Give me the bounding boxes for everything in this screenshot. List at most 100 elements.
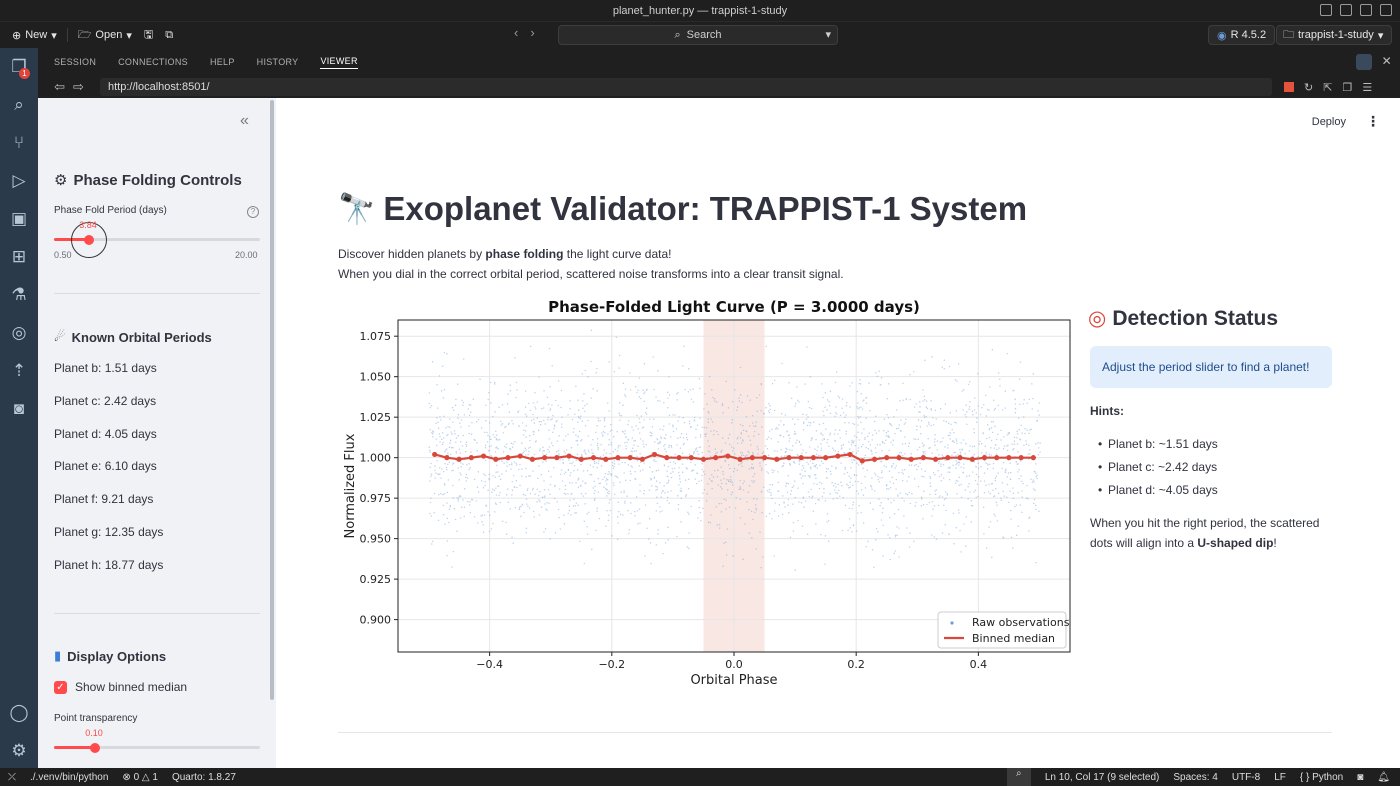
search-icon[interactable]: ⌕: [0, 86, 38, 124]
save-all-button[interactable]: ⧉: [159, 25, 179, 45]
line-ending[interactable]: LF: [1274, 772, 1286, 783]
app-main: Deploy ⋮ 🔭 Exoplanet Validator: TRAPPIST…: [276, 98, 1400, 768]
command-search[interactable]: ⌕ Search ▾: [558, 25, 838, 45]
copilot-icon[interactable]: ◙: [0, 390, 38, 428]
sidebar-scrollbar[interactable]: [270, 100, 274, 700]
intro-text: Discover hidden planets by: [338, 247, 486, 261]
quarto-label[interactable]: Quarto: 1.8.27: [172, 772, 236, 783]
close-icon[interactable]: ✕: [1382, 54, 1392, 70]
forward-arrow-icon[interactable]: ⇨: [73, 79, 84, 95]
x-axis-label: Orbital Phase: [690, 673, 777, 688]
y-tick-label: 1.000: [360, 452, 392, 465]
legend-median-label: Binned median: [972, 632, 1055, 645]
binned-median-point: [505, 455, 511, 461]
binned-median-point: [1018, 455, 1024, 461]
binned-median-point: [737, 456, 743, 462]
new-button[interactable]: ⊕ New ▾: [6, 25, 63, 45]
remote-explorer-icon[interactable]: ▣: [0, 200, 38, 238]
url-input[interactable]: http://localhost:8501/: [100, 78, 1272, 96]
slider-thumb[interactable]: [90, 743, 101, 753]
r-logo-icon: ◉: [1217, 29, 1227, 42]
panel-bottom-icon[interactable]: [1360, 4, 1372, 16]
binned-median-point: [896, 455, 902, 461]
intro-line-2: When you dial in the correct orbital per…: [338, 267, 844, 281]
y-tick-label: 1.075: [360, 330, 392, 343]
cursor-position[interactable]: Ln 10, Col 17 (9 selected): [1045, 772, 1160, 783]
language-mode[interactable]: { } Python: [1300, 772, 1343, 783]
project-selector[interactable]: 🗀 trappist-1-study ▾: [1276, 25, 1392, 45]
periods-heading: ☄ Known Orbital Periods: [54, 329, 212, 345]
run-debug-icon[interactable]: ▷: [0, 162, 38, 200]
binned-median-point: [835, 453, 841, 459]
y-tick-label: 0.900: [360, 614, 392, 627]
binned-median-point: [847, 451, 853, 458]
stop-icon[interactable]: [1284, 82, 1294, 92]
indentation[interactable]: Spaces: 4: [1173, 772, 1217, 783]
binned-median-point: [908, 456, 914, 462]
help-icon[interactable]: ?: [247, 206, 259, 218]
list-item: Planet e: 6.10 days: [54, 459, 157, 473]
target-icon: ◎: [1088, 307, 1107, 330]
slider-fill: [54, 746, 96, 749]
binned-median-point: [761, 455, 768, 461]
save-button[interactable]: 🖫: [138, 25, 159, 45]
binned-median-point: [664, 455, 670, 461]
account-icon[interactable]: ◯: [0, 694, 38, 732]
layout-icon[interactable]: [1320, 4, 1332, 16]
sidebar-divider: [54, 613, 260, 614]
gear-icon: ⚙: [54, 172, 68, 189]
forward-arrow-icon[interactable]: ›: [530, 25, 534, 40]
extensions-icon[interactable]: ⊞: [0, 238, 38, 276]
open-button[interactable]: 🗁 Open ▾: [72, 25, 138, 45]
back-arrow-icon[interactable]: ‹: [514, 25, 518, 40]
problems-indicator[interactable]: ⊗ 0 △ 1: [122, 772, 158, 783]
binned-median-point: [651, 451, 658, 458]
binned-median-checkbox[interactable]: ✓: [54, 681, 67, 694]
bar-chart-icon: ▮: [54, 648, 62, 663]
bell-icon[interactable]: 🔔︎: [1377, 772, 1390, 783]
layout-controls: [1320, 4, 1392, 16]
list-item: Planet g: 12.35 days: [54, 525, 164, 539]
hints-heading: Hints:: [1090, 404, 1124, 418]
tab-help[interactable]: HELP: [210, 57, 235, 67]
tab-viewer[interactable]: VIEWER: [320, 56, 358, 69]
maximize-panel-icon[interactable]: [1355, 54, 1372, 70]
back-arrow-icon[interactable]: ⇦: [54, 79, 65, 95]
deploy-button[interactable]: Deploy: [1312, 116, 1346, 128]
clear-icon[interactable]: ☰: [1362, 81, 1372, 94]
status-heading: ◎ Detection Status: [1088, 306, 1278, 331]
chart-title: Phase-Folded Light Curve (P = 3.0000 day…: [548, 298, 920, 316]
history-nav: ‹ ›: [514, 25, 535, 40]
more-menu-icon[interactable]: ⋮: [1366, 113, 1380, 130]
tab-session[interactable]: SESSION: [54, 57, 96, 67]
tab-history[interactable]: HISTORY: [257, 57, 299, 67]
comet-icon: ☄: [54, 329, 66, 344]
source-control-icon[interactable]: ⑂: [0, 124, 38, 162]
open-button-label: Open: [95, 29, 123, 41]
open-external-icon[interactable]: ⇱: [1323, 81, 1332, 94]
remote-icon[interactable]: ⤫: [8, 772, 16, 783]
error-icon: ⊗: [122, 771, 131, 783]
panel-right-icon[interactable]: [1380, 4, 1392, 16]
interpreter-label[interactable]: ./.venv/bin/python: [30, 772, 108, 783]
refresh-icon[interactable]: ↻: [1304, 81, 1313, 94]
explorer-icon[interactable]: ❐ 1: [0, 48, 38, 86]
r-version-selector[interactable]: ◉ R 4.5.2: [1208, 25, 1276, 45]
window-titlebar: planet_hunter.py — trappist-1-study: [0, 0, 1400, 22]
encoding[interactable]: UTF-8: [1232, 772, 1260, 783]
gear-icon[interactable]: ⚙: [0, 732, 38, 770]
copy-icon[interactable]: ❐: [1342, 81, 1352, 94]
binned-median-point: [725, 453, 731, 459]
copilot-status-icon[interactable]: ◙: [1357, 772, 1363, 783]
binned-median-point: [542, 455, 548, 461]
status-bar: ⤫ ./.venv/bin/python ⊗ 0 △ 1 Quarto: 1.8…: [0, 768, 1400, 786]
collapse-sidebar-icon[interactable]: «: [240, 112, 249, 130]
testing-flask-icon[interactable]: ⚗: [0, 276, 38, 314]
deploy-icon[interactable]: ⇡: [0, 352, 38, 390]
info-alert: Adjust the period slider to find a plane…: [1090, 346, 1332, 388]
zoom-icon[interactable]: ⌕: [1006, 768, 1031, 786]
panel-left-icon[interactable]: [1340, 4, 1352, 16]
slider-min: 0.50: [54, 250, 72, 260]
github-icon[interactable]: ◎: [0, 314, 38, 352]
tab-connections[interactable]: CONNECTIONS: [118, 57, 188, 67]
